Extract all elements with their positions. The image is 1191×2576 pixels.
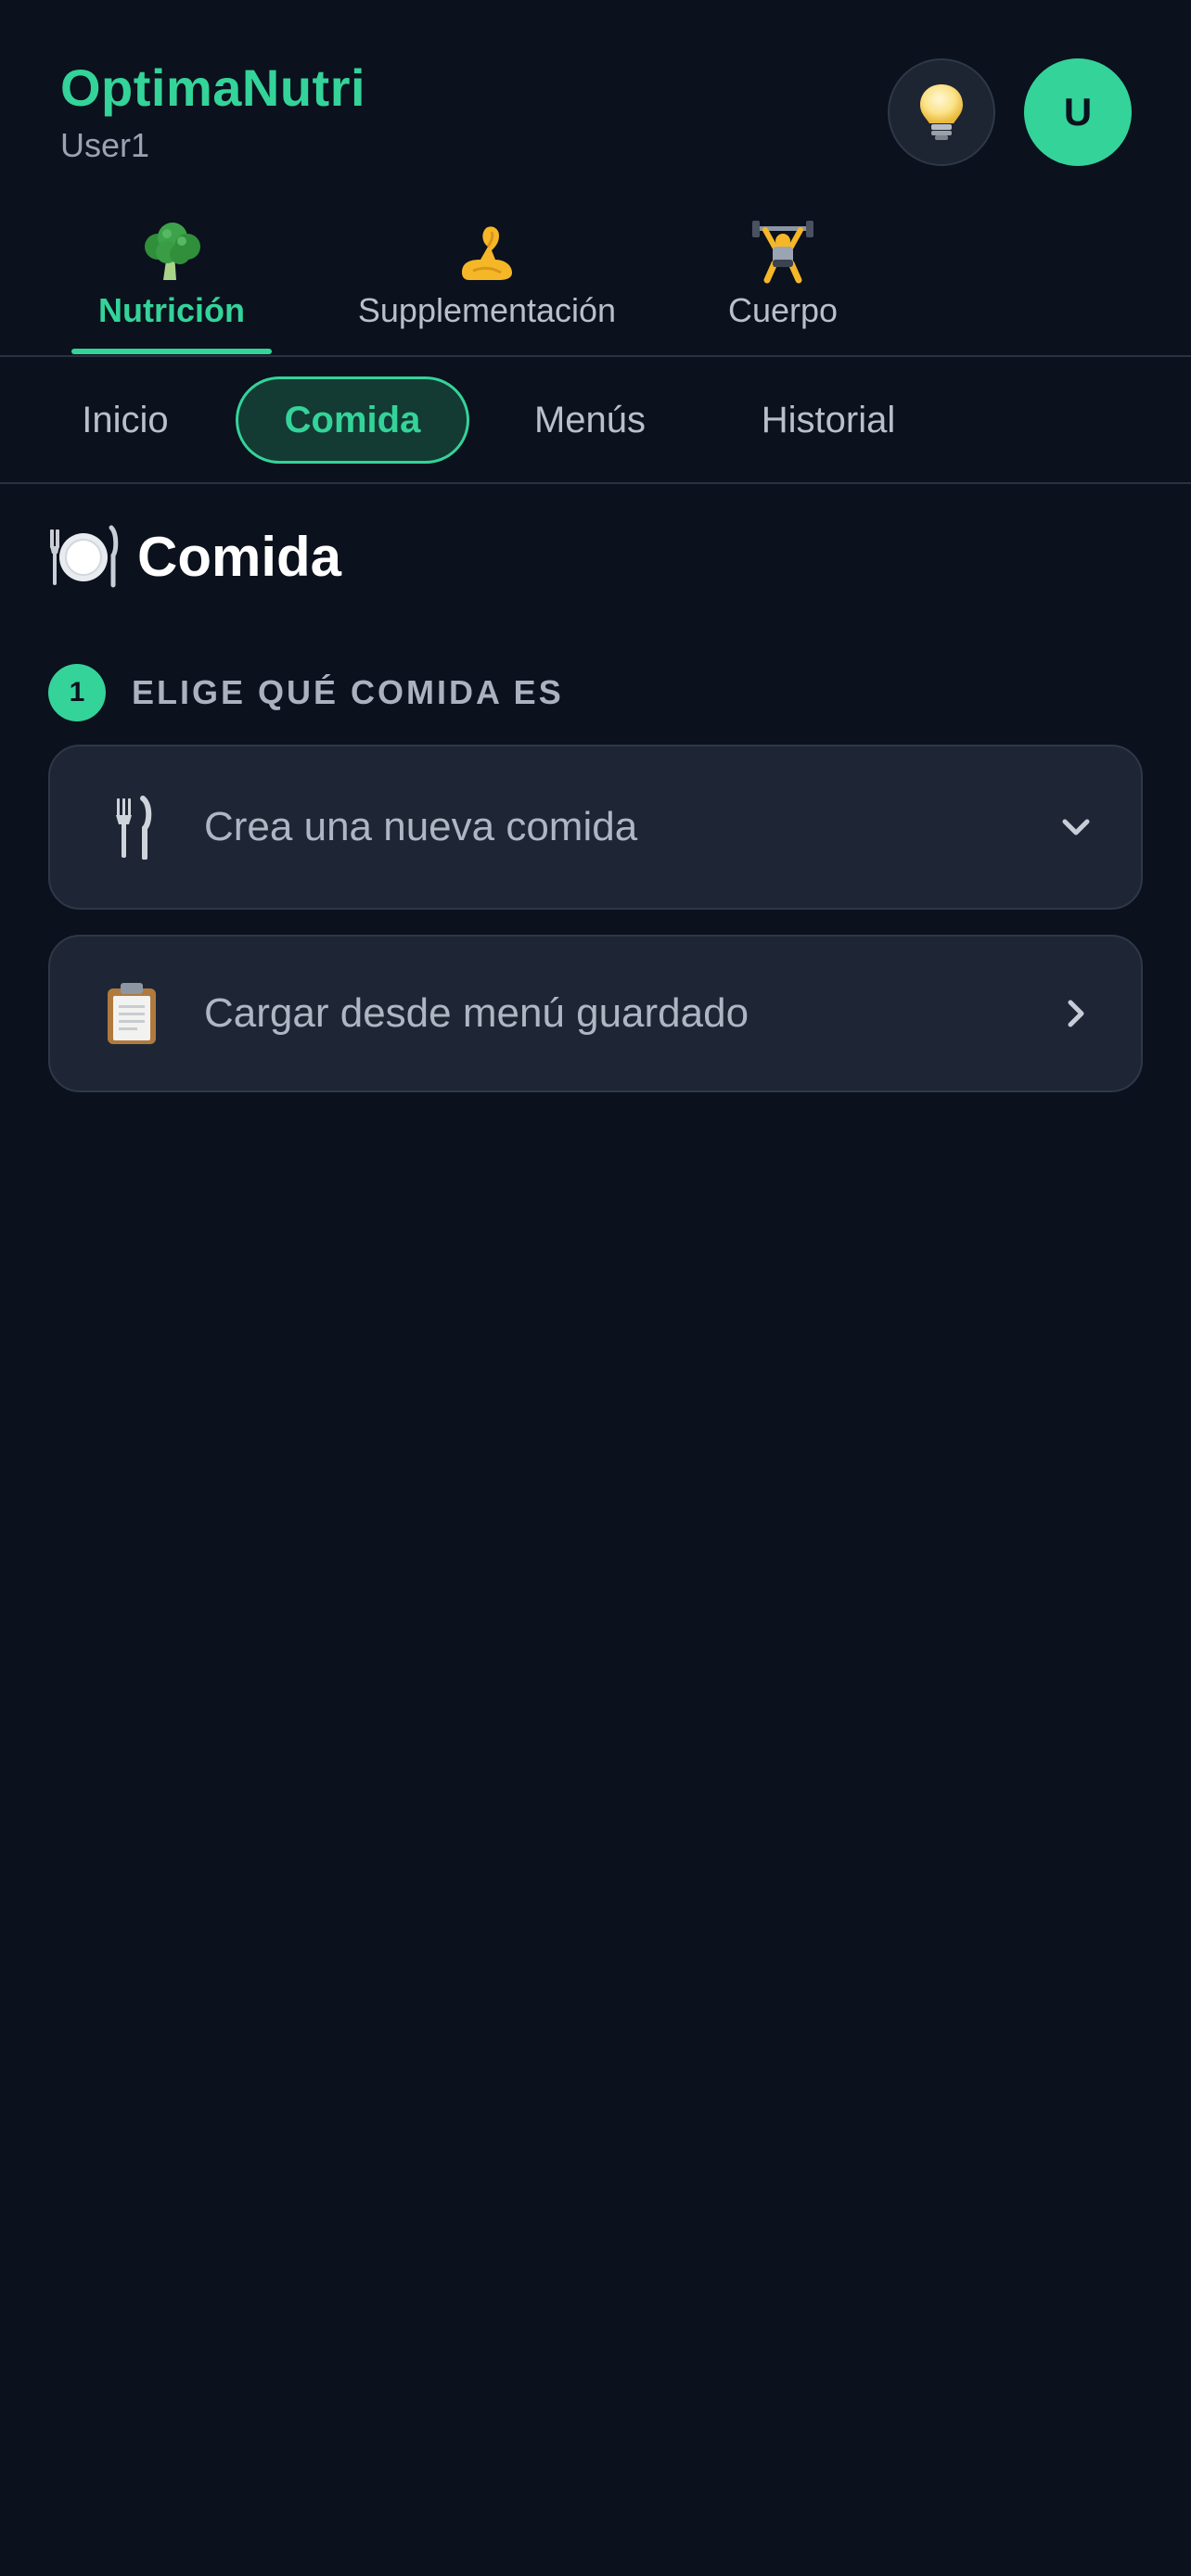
load-saved-menu-option[interactable]: Cargar desde menú guardado bbox=[48, 935, 1143, 1092]
step-header: 1 ELIGE QUÉ COMIDA ES bbox=[48, 664, 564, 721]
top-tab-bar: Nutrición Supplementación Cuerpo bbox=[0, 213, 1191, 357]
tab-label: Supplementación bbox=[357, 291, 617, 329]
sub-tab-bar: Inicio Comida Menús Historial bbox=[0, 360, 1191, 480]
create-meal-option[interactable]: Crea una nueva comida bbox=[48, 745, 1143, 910]
step-label: ELIGE QUÉ COMIDA ES bbox=[132, 673, 564, 711]
subtab-menus[interactable]: Menús bbox=[519, 376, 660, 464]
option-label: Crea una nueva comida bbox=[204, 804, 638, 849]
plate-fork-knife-icon bbox=[50, 525, 119, 588]
chevron-right-icon bbox=[1057, 995, 1095, 1032]
avatar[interactable]: U bbox=[1024, 58, 1132, 166]
page-title-text: Comida bbox=[137, 525, 342, 588]
subtab-inicio[interactable]: Inicio bbox=[63, 376, 187, 464]
clipboard-icon bbox=[104, 981, 160, 1046]
lightbulb-icon bbox=[920, 84, 963, 140]
fork-knife-icon bbox=[104, 795, 160, 861]
screen: OptimaNutri User1 U Nutrición Supplement… bbox=[0, 0, 1191, 2576]
step-number-badge: 1 bbox=[48, 664, 106, 721]
app-title: OptimaNutri bbox=[60, 58, 366, 117]
weightlifter-icon bbox=[705, 213, 861, 287]
tab-supplementacion[interactable]: Supplementación bbox=[334, 213, 640, 330]
chevron-down-icon bbox=[1057, 809, 1095, 846]
option-label: Cargar desde menú guardado bbox=[204, 990, 749, 1036]
tab-label: Cuerpo bbox=[727, 291, 839, 329]
broccoli-icon bbox=[85, 213, 258, 287]
tips-button[interactable] bbox=[888, 58, 995, 166]
subtab-comida[interactable]: Comida bbox=[236, 376, 469, 464]
app-header: OptimaNutri User1 U bbox=[0, 0, 1191, 195]
active-tab-indicator bbox=[71, 349, 272, 354]
user-name: User1 bbox=[60, 126, 150, 164]
tab-label: Nutrición bbox=[98, 291, 245, 329]
page-title: Comida bbox=[48, 524, 341, 589]
subtab-historial[interactable]: Historial bbox=[742, 376, 915, 464]
divider bbox=[0, 482, 1191, 484]
divider bbox=[0, 355, 1191, 357]
flexed-biceps-icon bbox=[334, 213, 640, 287]
tab-nutricion[interactable]: Nutrición bbox=[85, 213, 258, 330]
tab-cuerpo[interactable]: Cuerpo bbox=[705, 213, 861, 330]
